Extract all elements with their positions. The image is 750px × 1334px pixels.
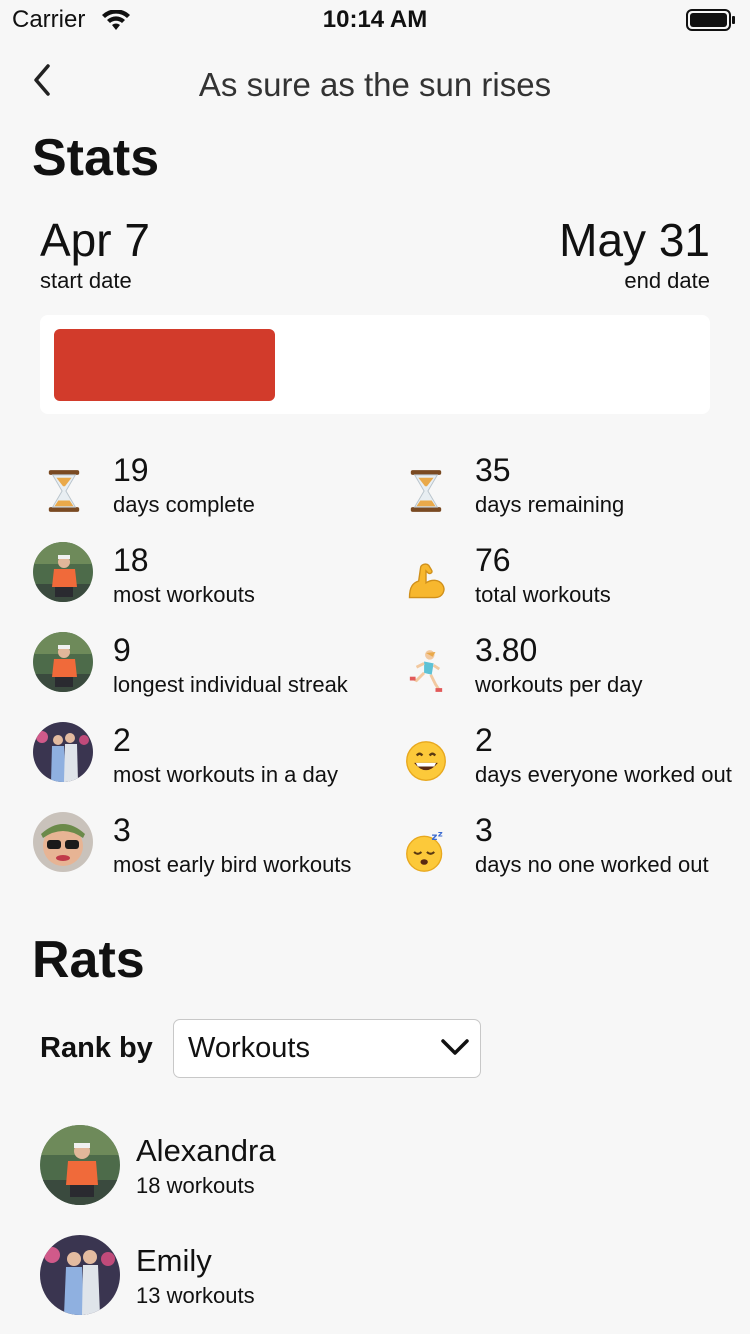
avatar-early-bird	[33, 812, 93, 872]
rank-by-select[interactable]: Workouts	[173, 1019, 481, 1078]
stat-label: most early bird workouts	[113, 852, 352, 877]
stat-value: 3	[475, 812, 493, 848]
stat-value: 2	[475, 722, 493, 758]
stat-value: 18	[113, 542, 149, 578]
svg-text:z: z	[438, 829, 443, 838]
progress-fill	[54, 329, 275, 401]
stat-item: 9 longest individual streak	[33, 632, 373, 712]
stat-item: 3.80 workouts per day	[395, 632, 735, 712]
stat-value: 3	[113, 812, 131, 848]
stat-item: 2 most workouts in a day	[33, 722, 373, 802]
leaderboard-detail: 13 workouts	[136, 1283, 255, 1308]
rats-heading: Rats	[32, 931, 145, 989]
avatar-alexandra	[33, 632, 93, 692]
end-date: May 31	[559, 214, 710, 266]
stat-label: days no one worked out	[475, 852, 709, 877]
stat-item: z z 3 days no one worked out	[395, 812, 735, 892]
stat-item: 35 days remaining	[395, 452, 735, 532]
stat-label: most workouts	[113, 582, 255, 607]
status-time: 10:14 AM	[322, 6, 428, 33]
stat-value: 9	[113, 632, 131, 668]
stat-label: workouts per day	[475, 672, 643, 697]
stat-value: 2	[113, 722, 131, 758]
leaderboard-row[interactable]: Emily 13 workouts	[40, 1235, 720, 1319]
end-date-label: end date	[624, 268, 710, 293]
stat-label: longest individual streak	[113, 672, 348, 697]
stat-item: 3 most early bird workouts	[33, 812, 373, 892]
avatar-alexandra	[40, 1125, 120, 1205]
stat-label: days remaining	[475, 492, 625, 517]
rank-by-value: Workouts	[188, 1032, 310, 1064]
grinning-face-icon	[395, 730, 457, 792]
progress-bar	[40, 315, 710, 414]
flexed-biceps-icon	[395, 550, 457, 612]
battery-icon	[686, 9, 735, 31]
stat-item: 76 total workouts	[395, 542, 735, 622]
avatar-alexandra	[33, 542, 93, 602]
stat-label: total workouts	[475, 582, 611, 607]
leaderboard-name: Alexandra	[136, 1133, 276, 1168]
start-date: Apr 7	[40, 214, 150, 266]
running-person-icon	[395, 640, 457, 702]
avatar-emily	[33, 722, 93, 782]
avatar-emily	[40, 1235, 120, 1315]
stats-heading: Stats	[32, 129, 160, 187]
leaderboard-name: Emily	[136, 1243, 212, 1278]
stat-item: 18 most workouts	[33, 542, 373, 622]
leaderboard-row[interactable]: Alexandra 18 workouts	[40, 1125, 720, 1209]
stat-value: 3.80	[475, 632, 538, 668]
stat-item: 19 days complete	[33, 452, 373, 532]
stat-label: most workouts in a day	[113, 762, 338, 787]
start-date-label: start date	[40, 268, 132, 293]
stat-value: 19	[113, 452, 149, 488]
sleeping-face-icon: zz	[395, 820, 457, 882]
stat-value: 35	[475, 452, 511, 488]
stat-item: 2 days everyone worked out	[395, 722, 735, 802]
chevron-down-icon	[441, 1039, 469, 1055]
rank-by-label: Rank by	[40, 1032, 153, 1064]
stat-label: days complete	[113, 492, 255, 517]
stat-label: days everyone worked out	[475, 762, 732, 787]
leaderboard-detail: 18 workouts	[136, 1173, 255, 1198]
nav-title: As sure as the sun rises	[198, 66, 552, 103]
svg-text:z: z	[432, 832, 438, 843]
hourglass-icon	[395, 460, 457, 522]
stat-value: 76	[475, 542, 511, 578]
hourglass-icon	[33, 460, 95, 522]
